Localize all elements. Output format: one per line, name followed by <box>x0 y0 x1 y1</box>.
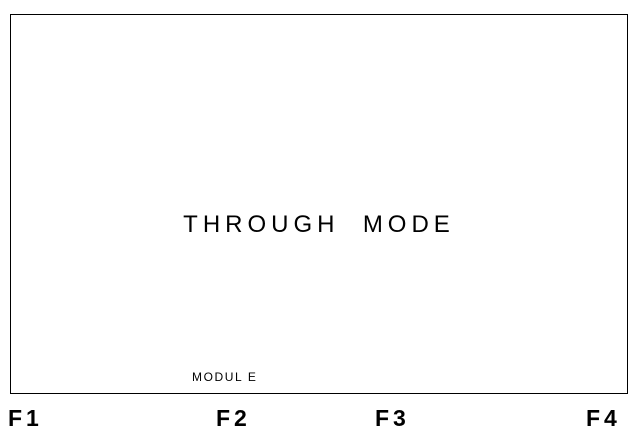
f4-key[interactable]: F4 <box>586 405 621 431</box>
f2-key[interactable]: F2 <box>216 405 251 431</box>
f3-key[interactable]: F3 <box>375 405 410 431</box>
display-screen: THROUGH MODE MODUL E <box>10 14 628 394</box>
mode-title: THROUGH MODE <box>183 211 455 238</box>
f1-key[interactable]: F1 <box>8 405 43 431</box>
softkey-label-f2: MODUL E <box>192 370 258 384</box>
